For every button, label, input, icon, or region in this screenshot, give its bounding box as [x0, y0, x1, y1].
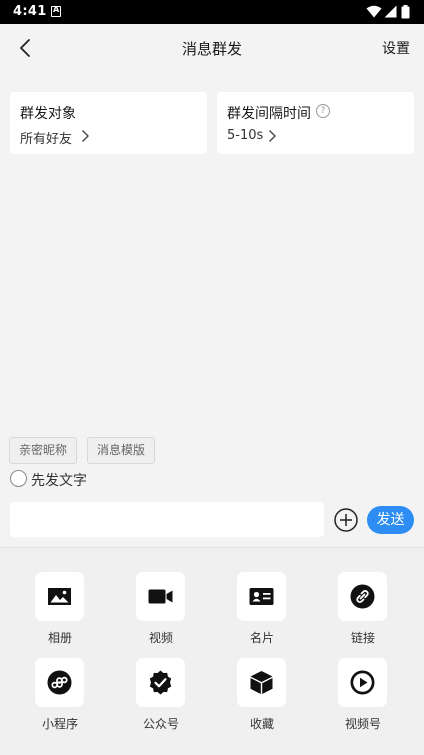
- page-title: 消息群发: [181, 40, 242, 58]
- interval-title: 群发间隔时间: [227, 106, 311, 122]
- help-icon[interactable]: ?: [316, 104, 330, 118]
- tag-nickname[interactable]: 亲密昵称: [9, 437, 77, 464]
- tag-template[interactable]: 消息模版: [87, 437, 155, 464]
- official-account-button[interactable]: [136, 658, 185, 707]
- link-button[interactable]: [338, 572, 387, 621]
- attach-label: 公众号: [142, 717, 179, 731]
- add-attachment-icon[interactable]: [334, 508, 358, 532]
- target-value: 所有好友: [20, 132, 73, 147]
- mini-program-button[interactable]: [35, 658, 84, 707]
- attach-label: 小程序: [41, 717, 78, 731]
- message-input[interactable]: [10, 502, 324, 537]
- card-icon: [249, 588, 274, 605]
- attach-label: 视频号: [344, 717, 381, 731]
- album-button[interactable]: [35, 572, 84, 621]
- channels-button[interactable]: [338, 658, 387, 707]
- album-icon: [48, 588, 71, 605]
- send-button[interactable]: 发送: [367, 506, 414, 534]
- attach-label: 视频: [148, 631, 173, 645]
- mini-program-icon: [47, 670, 72, 695]
- attach-label: 相册: [47, 631, 72, 645]
- radio-circle[interactable]: [10, 470, 27, 487]
- radio-label: 先发文字: [31, 473, 87, 489]
- card-button[interactable]: [237, 572, 286, 621]
- signal-icon: [384, 5, 397, 18]
- favorites-icon: [250, 671, 273, 694]
- chevron-right-icon: [82, 130, 89, 142]
- status-bar: 4:41 A: [0, 0, 424, 24]
- attach-label: 链接: [350, 631, 375, 645]
- settings-button[interactable]: 设置: [382, 38, 410, 58]
- wifi-icon: [366, 5, 382, 18]
- app-header: 消息群发 设置: [0, 24, 424, 72]
- target-card[interactable]: 群发对象 所有好友: [10, 92, 207, 154]
- link-icon: [350, 584, 375, 609]
- favorites-button[interactable]: [237, 658, 286, 707]
- official-account-icon: [149, 670, 172, 695]
- battery-icon: [401, 5, 410, 19]
- chevron-right-icon: [269, 130, 276, 142]
- channels-icon: [350, 670, 375, 695]
- target-title: 群发对象: [20, 106, 76, 122]
- attach-label: 收藏: [249, 717, 274, 731]
- notification-icon: A: [51, 5, 61, 17]
- video-icon: [148, 589, 173, 604]
- video-button[interactable]: [136, 572, 185, 621]
- interval-value: 5-10s: [227, 128, 264, 143]
- interval-card[interactable]: 群发间隔时间 ? 5-10s: [217, 92, 414, 154]
- status-time: 4:41: [13, 4, 47, 19]
- attachment-panel: 相册 视频 名片 链接 小程序 公众号 收藏 视频号: [0, 547, 424, 755]
- attach-label: 名片: [249, 631, 274, 645]
